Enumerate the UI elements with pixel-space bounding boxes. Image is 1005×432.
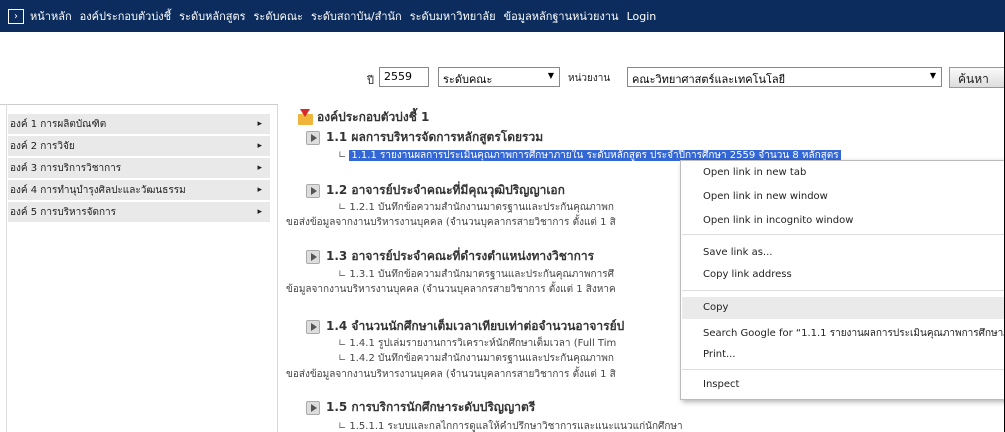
nav-item-login[interactable]: Login [627,10,657,23]
menu-item-print[interactable]: Print... [703,349,736,360]
menu-item-open-incognito[interactable]: Open link in incognito window [703,215,853,226]
root-title: องค์ประกอบตัวบ่งชี้ 1 [298,108,429,127]
section-1-4[interactable]: 1.4 จำนวนนักศึกษาเต็มเวลาเทียบเท่าต่อจำน… [306,317,624,336]
unit-select[interactable]: คณะวิทยาศาสตร์และเทคโนโลยี ▼ [627,67,942,87]
expand-icon[interactable] [306,183,320,198]
tree-corner-icon: ∟ [338,353,347,364]
nav-item-home[interactable]: หน้าหลัก [30,7,72,25]
context-menu: Open link in new tab Open link in new wi… [680,160,1005,400]
tree-corner-icon: ∟ [338,421,347,432]
sidebar-item-management[interactable]: องค์ 5 การบริหารจัดการ ▸ [8,202,270,224]
sub-1-3-1[interactable]: ∟ 1.3.1 บันทึกข้อความสำนักมาตรฐานและประกั… [338,267,614,282]
sidebar-item-label: องค์ 2 การวิจัย [10,140,75,152]
sidebar: องค์ 1 การผลิตบัณฑิต ▸ องค์ 2 การวิจัย ▸… [0,104,278,432]
root-title-text: องค์ประกอบตัวบ่งชี้ 1 [317,110,430,124]
dropdown-arrow-icon: ▼ [547,71,554,80]
sidebar-item-graduates[interactable]: องค์ 1 การผลิตบัณฑิต ▸ [8,114,270,136]
sub-link-text[interactable]: 1.4.2 บันทึกข้อความสำนักงานมาตรฐานและประ… [349,353,614,364]
section-title: 1.5 การบริการนักศึกษาระดับปริญญาตรี [326,400,536,414]
chevron-right-icon: ▸ [257,207,262,217]
sub-continuation[interactable]: ขอส่งข้อมูลจากงานบริหารงานบุคคล (จำนวนบุ… [286,215,616,230]
chevron-right-icon: ▸ [257,185,262,195]
level-select[interactable]: ระดับคณะ ▼ [438,67,560,87]
sub-1-4-1[interactable]: ∟ 1.4.1 รูปเล่มรายงานการวิเคราะห์นักศึกษา… [338,336,616,351]
section-1-5[interactable]: 1.5 การบริการนักศึกษาระดับปริญญาตรี [306,398,535,417]
nav-item-unit-evidence[interactable]: ข้อมูลหลักฐานหน่วยงาน [504,7,619,25]
menu-item-open-new-window[interactable]: Open link in new window [703,191,828,202]
expand-icon[interactable] [306,249,320,264]
section-1-3[interactable]: 1.3 อาจารย์ประจำคณะที่ดำรงตำแหน่งทางวิชา… [306,247,594,266]
sub-link-text[interactable]: 1.2.1 บันทึกข้อความสำนักงานมาตรฐานและประ… [349,202,614,213]
menu-hover-highlight [682,297,1005,319]
year-label: ปี [367,74,374,87]
chevron-right-icon: ▸ [257,141,262,151]
chevron-right-icon: ▸ [257,163,262,173]
search-button[interactable]: ค้นหา [949,67,1005,88]
nav-item-institute-level[interactable]: ระดับสถาบัน/สำนัก [311,7,402,25]
chevron-right-icon[interactable]: › [8,8,24,24]
menu-item-copy-link[interactable]: Copy link address [703,269,792,280]
chevron-right-icon: ▸ [257,119,262,129]
section-1-2[interactable]: 1.2 อาจารย์ประจำคณะที่มีคุณวุฒิปริญญาเอก [306,181,565,200]
menu-item-save-link[interactable]: Save link as... [703,247,772,258]
unit-label: หน่วยงาน [568,73,611,84]
section-title: 1.1 ผลการบริหารจัดการหลักสูตรโดยรวม [326,130,544,144]
tree-corner-icon: ∟ [338,338,347,349]
sidebar-item-label: องค์ 1 การผลิตบัณฑิต [10,118,107,130]
sub-link-text[interactable]: 1.5.1.1 ระบบและกลไกการดูแลให้คำปรึกษาวิช… [349,421,682,432]
expand-icon[interactable] [306,130,320,145]
sub-1-5-1-1[interactable]: ∟ 1.5.1.1 ระบบและกลไกการดูแลให้คำปรึกษาวิ… [338,419,683,432]
menu-item-inspect[interactable]: Inspect [703,379,739,390]
sidebar-item-label: องค์ 5 การบริหารจัดการ [10,206,117,218]
sub-1-2-1[interactable]: ∟ 1.2.1 บันทึกข้อความสำนักงานมาตรฐานและปร… [338,200,614,215]
menu-item-copy[interactable]: Copy [703,302,728,313]
nav-item-university-level[interactable]: ระดับมหาวิทยาลัย [410,7,496,25]
level-select-value: ระดับคณะ [443,73,493,86]
sidebar-item-research[interactable]: องค์ 2 การวิจัย ▸ [8,136,270,158]
tree-corner-icon: ∟ [338,269,347,280]
filter-bar: ปี 2559 ระดับคณะ ▼ หน่วยงาน คณะวิทยาศาสต… [0,64,1005,92]
section-title: 1.3 อาจารย์ประจำคณะที่ดำรงตำแหน่งทางวิชา… [326,249,595,263]
menu-separator [682,290,1005,291]
year-input[interactable]: 2559 [379,67,429,87]
tree-corner-icon: ∟ [338,150,347,161]
sidebar-item-arts-culture[interactable]: องค์ 4 การทำนุบำรุงศิลปะและวัฒนธรรม ▸ [8,180,270,202]
section-title: 1.4 จำนวนนักศึกษาเต็มเวลาเทียบเท่าต่อจำน… [326,319,625,333]
left-border [6,104,7,432]
menu-item-open-new-tab[interactable]: Open link in new tab [703,167,806,178]
menu-item-search-google[interactable]: Search Google for “1.1.1 รายงานผลการประเ… [703,326,1005,341]
section-title: 1.2 อาจารย์ประจำคณะที่มีคุณวุฒิปริญญาเอก [326,183,565,197]
dropdown-arrow-icon: ▼ [929,71,936,80]
section-1-1[interactable]: 1.1 ผลการบริหารจัดการหลักสูตรโดยรวม [306,128,543,147]
sidebar-item-label: องค์ 3 การบริการวิชาการ [10,162,122,174]
top-nav-bar: › หน้าหลัก องค์ประกอบตัวบ่งชี้ ระดับหลัก… [0,0,1005,32]
sidebar-item-label: องค์ 4 การทำนุบำรุงศิลปะและวัฒนธรรม [10,184,186,196]
expand-icon[interactable] [306,319,320,334]
sub-continuation[interactable]: ข้อมูลจากงานบริหารงานบุคคล (จำนวนบุคลากร… [286,282,616,297]
folder-icon [298,108,314,125]
nav-item-indicators[interactable]: องค์ประกอบตัวบ่งชี้ [80,7,172,25]
sub-continuation[interactable]: ขอส่งข้อมูลจากงานบริหารงานบุคคล (จำนวนบุ… [286,367,616,382]
unit-select-value: คณะวิทยาศาสตร์และเทคโนโลยี [632,73,786,86]
expand-icon[interactable] [306,400,320,415]
menu-separator [682,234,1005,235]
menu-separator [682,369,1005,370]
nav-item-curriculum-level[interactable]: ระดับหลักสูตร [179,7,245,25]
sidebar-item-academic-service[interactable]: องค์ 3 การบริการวิชาการ ▸ [8,158,270,180]
sub-1-4-2[interactable]: ∟ 1.4.2 บันทึกข้อความสำนักงานมาตรฐานและปร… [338,351,614,366]
sub-link-text[interactable]: 1.3.1 บันทึกข้อความสำนักมาตรฐานและประกัน… [349,269,614,280]
nav-item-faculty-level[interactable]: ระดับคณะ [254,7,303,25]
sub-link-text[interactable]: 1.4.1 รูปเล่มรายงานการวิเคราะห์นักศึกษาเ… [349,338,616,349]
tree-corner-icon: ∟ [338,202,347,213]
